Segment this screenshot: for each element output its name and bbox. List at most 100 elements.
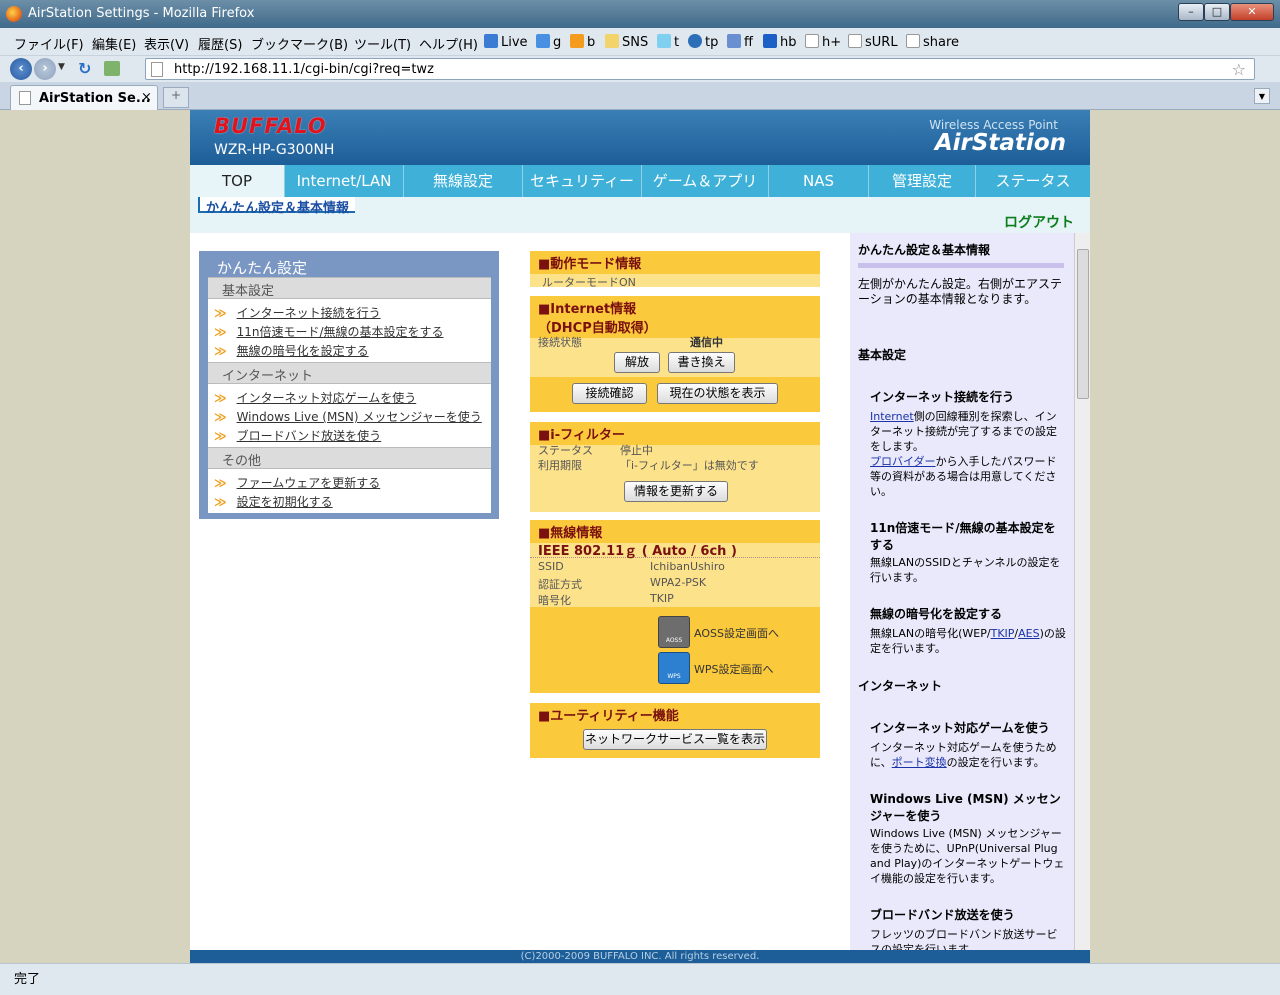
google-icon xyxy=(536,34,550,48)
main-nav: TOP Internet/LAN 無線設定 セキュリティー ゲーム＆アプリ NA… xyxy=(190,165,1090,197)
nav-security[interactable]: セキュリティー xyxy=(523,165,642,197)
link-online-game[interactable]: ≫ インターネット対応ゲームを使う xyxy=(214,389,416,406)
history-dropdown-icon[interactable]: ▼ xyxy=(58,62,65,72)
internet-info-title: ■Internet情報 xyxy=(530,296,820,317)
help-encryption-text: 無線LANの暗号化(WEP/TKIP/AES)の設定を行います。 xyxy=(870,627,1066,655)
tab-close-icon[interactable]: × xyxy=(141,90,152,105)
close-button[interactable]: ✕ xyxy=(1230,3,1274,21)
logout-link[interactable]: ログアウト xyxy=(1004,212,1074,232)
connection-status-label: 接続状態 xyxy=(538,336,582,349)
menu-view[interactable]: 表示(V) xyxy=(144,34,189,53)
nav-wireless[interactable]: 無線設定 xyxy=(404,165,523,197)
bookmark-surl[interactable]: sURL xyxy=(848,34,898,50)
menu-file[interactable]: ファイル(F) xyxy=(14,34,84,53)
tkip-link[interactable]: TKIP xyxy=(991,627,1015,640)
arrow-icon: ≫ xyxy=(214,325,226,339)
arrow-icon: ≫ xyxy=(214,410,226,424)
nav-nas[interactable]: NAS xyxy=(769,165,869,197)
link-broadband[interactable]: ≫ ブロードバンド放送を使う xyxy=(214,427,381,444)
menu-edit[interactable]: 編集(E) xyxy=(92,34,136,53)
back-button[interactable]: ‹ xyxy=(10,58,32,80)
utility-title: ■ユーティリティー機能 xyxy=(530,703,820,726)
home-icon[interactable] xyxy=(104,61,120,76)
wps-link[interactable]: WPS設定画面へ xyxy=(694,661,774,677)
nav-status[interactable]: ステータス xyxy=(976,165,1090,197)
link-wireless-encryption[interactable]: ≫ 無線の暗号化を設定する xyxy=(214,342,369,359)
bookmark-g[interactable]: g xyxy=(536,34,561,50)
help-scrollbar[interactable] xyxy=(1074,233,1090,950)
menu-tools[interactable]: ツール(T) xyxy=(354,34,411,53)
address-bar[interactable]: http://192.168.11.1/cgi-bin/cgi?req=twz … xyxy=(145,58,1255,80)
hatena-icon xyxy=(763,34,777,48)
easy-setup-title: かんたん設定 xyxy=(217,259,308,277)
status-bar: 完了 xyxy=(0,963,1280,995)
link-internet-connect[interactable]: ≫ インターネット接続を行う xyxy=(214,304,381,321)
provider-link[interactable]: プロバイダー xyxy=(870,455,936,468)
forward-button[interactable]: › xyxy=(34,58,56,80)
internet-info-box: ■Internet情報 （DHCP自動取得） 接続状態 通信中 解放 書き換え … xyxy=(530,296,820,412)
minimize-button[interactable]: – xyxy=(1178,3,1204,21)
mode-info-box: ■動作モード情報 ルーターモードON xyxy=(530,251,820,289)
tp-icon xyxy=(688,34,702,48)
page-icon xyxy=(19,91,31,105)
link-11n-wireless-basic[interactable]: ≫ 11n倍速モード/無線の基本設定をする xyxy=(214,323,443,340)
new-tab-button[interactable]: + xyxy=(163,87,189,108)
help-broadband-title: ブロードバンド放送を使う xyxy=(870,908,1015,922)
link-messenger[interactable]: ≫ Windows Live (MSN) メッセンジャーを使う xyxy=(214,408,482,425)
bookmark-hplus[interactable]: h+ xyxy=(805,34,841,50)
renew-button[interactable]: 書き換え xyxy=(668,352,735,373)
auth-label: 認証方式 xyxy=(538,578,582,591)
update-info-button[interactable]: 情報を更新する xyxy=(624,481,728,502)
link-firmware-update[interactable]: ≫ ファームウェアを更新する xyxy=(214,474,380,491)
subtab-easy-setup[interactable]: かんたん設定＆基本情報 xyxy=(198,197,356,216)
bookmark-star-icon[interactable]: ☆ xyxy=(1232,60,1246,79)
menu-history[interactable]: 履歴(S) xyxy=(198,34,242,53)
wireless-mode: IEEE 802.11ｇ ( Auto / 6ch ) xyxy=(530,538,820,559)
sub-nav: かんたん設定＆基本情報 ログアウト xyxy=(190,197,1090,233)
port-forwarding-link[interactable]: ポート変換 xyxy=(892,756,947,769)
nav-admin[interactable]: 管理設定 xyxy=(869,165,976,197)
tab-list-dropdown-icon[interactable]: ▼ xyxy=(1254,88,1270,104)
bookmark-ff[interactable]: ff xyxy=(727,34,753,50)
network-services-button[interactable]: ネットワークサービス一覧を表示 xyxy=(583,729,767,750)
nav-game-apps[interactable]: ゲーム＆アプリ xyxy=(642,165,769,197)
bookmark-sns[interactable]: SNS xyxy=(605,34,648,50)
help-broadband-text: フレッツのブロードバンド放送サービスの設定を行います。 xyxy=(870,928,1058,950)
blog-icon xyxy=(570,34,584,48)
arrow-icon: ≫ xyxy=(214,306,226,320)
aoss-link[interactable]: AOSS設定画面へ xyxy=(694,625,779,641)
bookmark-hb[interactable]: hb xyxy=(763,34,797,50)
nav-internet-lan[interactable]: Internet/LAN xyxy=(285,165,404,197)
menu-help[interactable]: ヘルプ(H) xyxy=(419,34,478,53)
help-game-title: インターネット対応ゲームを使う xyxy=(870,721,1050,735)
reload-icon[interactable]: ↻ xyxy=(78,59,91,78)
bookmark-t[interactable]: t xyxy=(657,34,679,50)
scrollbar-thumb[interactable] xyxy=(1077,249,1089,399)
help-intro: 左側がかんたん設定。右側がエアステーションの基本情報となります。 xyxy=(858,277,1063,306)
maximize-button[interactable]: □ xyxy=(1204,3,1230,21)
arrow-icon: ≫ xyxy=(214,495,226,509)
menu-bookmarks[interactable]: ブックマーク(B) xyxy=(251,34,348,53)
main-content: かんたん設定 基本設定 ≫ インターネット接続を行う ≫ 11n倍速モード/無線の基… xyxy=(190,233,850,950)
bookmark-b[interactable]: b xyxy=(570,34,595,50)
bookmark-share[interactable]: share xyxy=(906,34,959,50)
tab-airstation[interactable]: AirStation Se... × xyxy=(10,85,158,110)
nav-top[interactable]: TOP xyxy=(190,165,285,197)
link-factory-reset[interactable]: ≫ 設定を初期化する xyxy=(214,493,333,510)
connection-check-button[interactable]: 接続確認 xyxy=(572,383,647,404)
airstation-logo: AirStation xyxy=(934,130,1066,156)
ifilter-status-label: ステータス xyxy=(538,444,593,457)
page-icon xyxy=(151,62,163,77)
bookmark-tp[interactable]: tp xyxy=(688,34,718,50)
bookmark-live[interactable]: Live xyxy=(484,34,528,50)
internet-link[interactable]: Internet xyxy=(870,410,914,423)
window-titlebar: AirStation Settings - Mozilla Firefox – … xyxy=(0,0,1280,28)
aes-link[interactable]: AES xyxy=(1018,627,1039,640)
help-encryption-title: 無線の暗号化を設定する xyxy=(870,607,1003,621)
aoss-icon[interactable]: AOSS xyxy=(658,616,690,648)
release-button[interactable]: 解放 xyxy=(614,352,660,373)
show-current-status-button[interactable]: 現在の状態を表示 xyxy=(657,383,778,404)
ff-icon xyxy=(727,34,741,48)
wps-icon[interactable]: WPS xyxy=(658,652,690,684)
group-other: その他 xyxy=(208,447,491,469)
